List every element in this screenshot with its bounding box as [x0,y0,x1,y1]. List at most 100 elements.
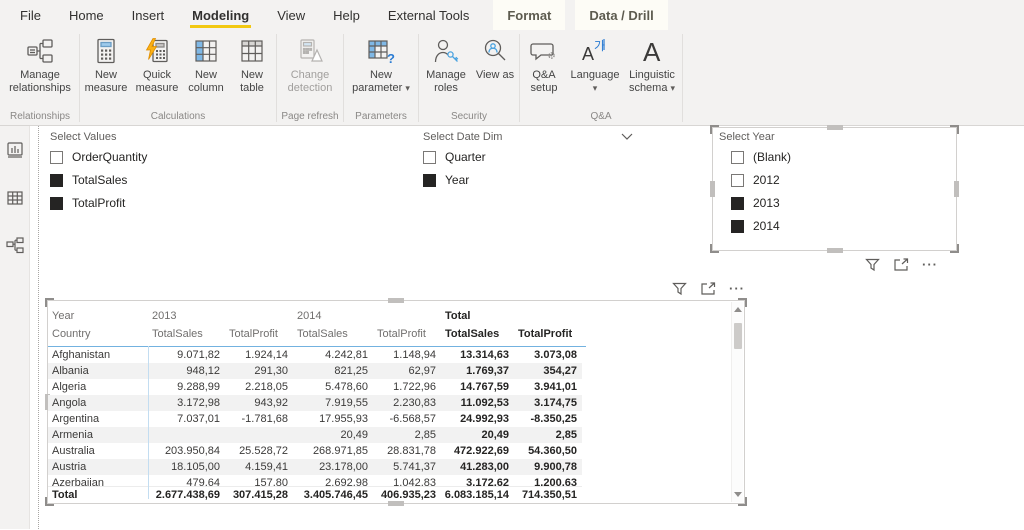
scrollbar-thumb[interactable] [734,323,742,349]
selection-handle[interactable] [954,181,959,197]
tab-help[interactable]: Help [319,0,374,30]
scroll-up-arrow[interactable] [734,307,742,312]
focus-mode-icon[interactable] [700,282,716,296]
checkbox-checked[interactable] [731,220,744,233]
value-cell: 948,12 [148,365,225,377]
tab-home[interactable]: Home [55,0,118,30]
checkbox-unchecked[interactable] [731,174,744,187]
value-cell: 20,49 [293,429,373,441]
selection-handle[interactable] [950,125,959,134]
slicer-item-totalsales[interactable]: TotalSales [50,173,290,187]
new-column-button[interactable]: New column [183,33,229,95]
checkbox-checked[interactable] [423,174,436,187]
chevron-down-icon: ▾ [405,83,410,93]
slicer-item-2013[interactable]: 2013 [731,196,791,210]
button-label: New parameter ▾ [348,69,414,95]
tab-insert[interactable]: Insert [118,0,179,30]
slicer-item--blank-[interactable]: (Blank) [731,150,791,164]
column-header[interactable]: 2014 [293,310,441,322]
tab-external-tools[interactable]: External Tools [374,0,483,30]
table-row[interactable]: Azerbaijan479,64157,802.692,981.042,833.… [48,475,582,486]
data-view-icon[interactable] [5,188,25,208]
value-cell: 2.230,83 [373,397,441,409]
tab-file[interactable]: File [6,0,55,30]
selection-handle[interactable] [827,125,843,130]
checkbox-checked[interactable] [50,197,63,210]
manage-roles-button[interactable]: Manage roles [420,33,472,95]
view-as-button[interactable]: View as [472,33,518,82]
value-cell: 9.288,99 [148,381,225,393]
table-row[interactable]: Albania948,12291,30821,2562,971.769,3735… [48,363,582,379]
selection-handle[interactable] [950,244,959,253]
table-row[interactable]: Austria18.105,004.159,4123.178,005.741,3… [48,459,582,475]
column-header[interactable]: Year [48,310,148,322]
table-row[interactable]: Angola3.172,98943,927.919,552.230,8311.0… [48,395,582,411]
visual-actions: ··· [865,258,938,272]
slicer-item-year[interactable]: Year [423,173,633,187]
linguistic-schema-button[interactable]: A Linguistic schema ▾ [623,33,681,95]
tab-data-drill[interactable]: Data / Drill [575,0,667,30]
slicer-item-orderquantity[interactable]: OrderQuantity [50,150,290,164]
manage-relationships-button[interactable]: Manage relationships [2,33,78,95]
slicer-item-totalprofit[interactable]: TotalProfit [50,196,290,210]
slicer-select-values[interactable]: Select Values OrderQuantityTotalSalesTot… [50,131,290,219]
slicer-item-2012[interactable]: 2012 [731,173,791,187]
report-canvas[interactable]: Select Values OrderQuantityTotalSalesTot… [30,126,1024,529]
column-header[interactable]: 2013 [148,310,293,322]
row-header: Afghanistan [48,349,148,361]
table-row[interactable]: Australia203.950,8425.528,72268.971,8528… [48,443,582,459]
row-header: Austria [48,461,148,473]
checkbox-unchecked[interactable] [423,151,436,164]
column-header[interactable]: Country [48,328,148,340]
table-row[interactable]: Argentina7.037,01-1.781,6817.955,93-6.56… [48,411,582,427]
quick-measure-button[interactable]: Quick measure [131,33,183,95]
tab-modeling[interactable]: Modeling [178,0,263,30]
tab-view[interactable]: View [263,0,319,30]
selection-handle[interactable] [710,244,719,253]
table-row[interactable]: Armenia20,492,8520,492,85 [48,427,582,443]
selection-handle[interactable] [827,248,843,253]
language-icon: A 가 [580,33,610,69]
vertical-scrollbar[interactable] [731,302,743,502]
slicer-select-year[interactable]: Select Year (Blank)201220132014 [712,127,957,251]
filter-icon[interactable] [672,282,687,296]
checkbox-checked[interactable] [731,197,744,210]
column-header[interactable]: TotalSales [441,328,514,340]
slicer-item-2014[interactable]: 2014 [731,219,791,233]
qa-setup-button[interactable]: Q&A setup [521,33,567,95]
column-header[interactable]: TotalSales [148,328,225,340]
checkbox-unchecked[interactable] [731,151,744,164]
slicer-select-date-dim[interactable]: Select Date Dim QuarterYear [423,131,633,196]
value-cell: 11.092,53 [441,397,514,409]
magnifier-person-icon [481,33,509,69]
scroll-down-arrow[interactable] [734,492,742,497]
checkbox-checked[interactable] [50,174,63,187]
column-header[interactable]: Total [441,310,582,322]
report-view-icon[interactable] [5,140,25,160]
selection-handle[interactable] [710,125,719,134]
matrix-visual[interactable]: Year 2013 2014 Total Country TotalSales … [47,300,745,504]
chevron-down-icon[interactable] [621,131,633,143]
table-row[interactable]: Afghanistan9.071,821.924,144.242,811.148… [48,347,582,363]
new-parameter-button[interactable]: ? New parameter ▾ [345,33,417,95]
model-view-icon[interactable] [5,236,25,256]
column-header[interactable]: TotalProfit [514,328,582,340]
value-cell: 13.314,63 [441,349,514,361]
checkbox-unchecked[interactable] [50,151,63,164]
focus-mode-icon[interactable] [893,258,909,272]
column-header[interactable]: TotalProfit [373,328,441,340]
table-row[interactable]: Algeria9.288,992.218,055.478,601.722,961… [48,379,582,395]
column-header[interactable]: TotalProfit [225,328,293,340]
more-options-icon[interactable]: ··· [729,284,745,294]
slicer-item-quarter[interactable]: Quarter [423,150,633,164]
new-measure-button[interactable]: New measure [81,33,131,95]
language-button[interactable]: A 가 Language▾ [567,33,623,95]
filter-icon[interactable] [865,258,880,272]
new-table-button[interactable]: New table [229,33,275,95]
tab-format[interactable]: Format [493,0,565,30]
column-header[interactable]: TotalSales [293,328,373,340]
matrix-total-row[interactable]: Total 2.677.438,69 307.415,28 3.405.746,… [48,486,582,503]
selection-handle[interactable] [710,181,715,197]
more-options-icon[interactable]: ··· [922,260,938,270]
slicer-item-label: 2014 [753,219,780,233]
